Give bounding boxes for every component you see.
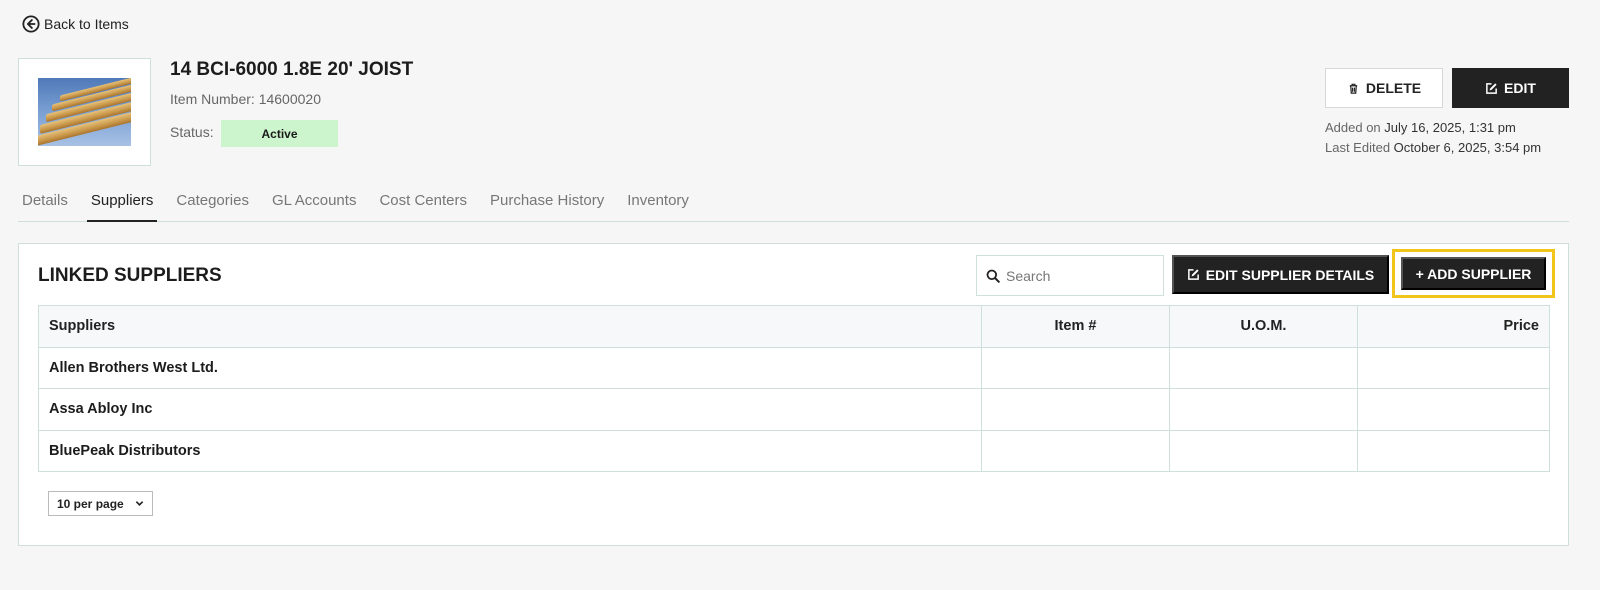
item-number-cell: [981, 429, 1170, 472]
tab-suppliers[interactable]: Suppliers: [86, 190, 158, 222]
per-page-select[interactable]: 10 per page: [48, 491, 153, 516]
tab-inventory[interactable]: Inventory: [623, 190, 693, 222]
last-edited-value: October 6, 2025, 3:54 pm: [1393, 140, 1542, 155]
column-header-suppliers[interactable]: Suppliers: [38, 305, 982, 348]
search-icon: [986, 269, 1000, 283]
uom-cell: [1169, 346, 1358, 389]
table-row[interactable]: Assa Abloy Inc: [38, 388, 1550, 431]
tab-categories[interactable]: Categories: [172, 190, 253, 222]
column-header-uom[interactable]: U.O.M.: [1169, 305, 1358, 348]
price-cell: [1357, 429, 1550, 472]
supplier-name-cell: Allen Brothers West Ltd.: [38, 346, 982, 389]
added-on-prefix: Added on: [1325, 120, 1381, 135]
search-input[interactable]: [1006, 267, 1156, 284]
edit-label: EDIT: [1504, 80, 1536, 96]
tab-cost-centers[interactable]: Cost Centers: [375, 190, 471, 222]
item-number-cell: [981, 388, 1170, 431]
item-tabs: Details Suppliers Categories GL Accounts…: [18, 190, 1569, 222]
status-badge: Active: [221, 120, 338, 147]
edit-supplier-details-button[interactable]: EDIT SUPPLIER DETAILS: [1172, 255, 1389, 294]
tab-gl-accounts[interactable]: GL Accounts: [268, 190, 361, 222]
supplier-name-cell: BluePeak Distributors: [38, 429, 982, 472]
supplier-name-cell: Assa Abloy Inc: [38, 388, 982, 431]
chevron-down-icon: [135, 501, 144, 506]
edit-supplier-details-label: EDIT SUPPLIER DETAILS: [1205, 266, 1375, 283]
edit-icon: [1486, 82, 1497, 94]
delete-label: DELETE: [1365, 80, 1422, 96]
tab-purchase-history[interactable]: Purchase History: [486, 190, 608, 222]
supplier-search[interactable]: [976, 255, 1164, 296]
item-title: 14 BCI-6000 1.8E 20' JOIST: [170, 59, 414, 80]
per-page-value: 10 per page: [57, 496, 124, 511]
add-supplier-highlight: + ADD SUPPLIER: [1392, 249, 1555, 298]
uom-cell: [1169, 388, 1358, 431]
table-row[interactable]: Allen Brothers West Ltd.: [38, 346, 1550, 389]
delete-button[interactable]: DELETE: [1325, 68, 1443, 108]
item-number-cell: [981, 346, 1170, 389]
status-label: Status:: [170, 124, 214, 140]
added-on-meta: Added on July 16, 2025, 1:31 pm: [1325, 120, 1516, 135]
linked-suppliers-title: LINKED SUPPLIERS: [38, 265, 222, 286]
last-edited-meta: Last Edited October 6, 2025, 3:54 pm: [1325, 140, 1541, 155]
column-header-item-number[interactable]: Item #: [981, 305, 1170, 348]
linked-suppliers-panel: LINKED SUPPLIERS EDIT SUPPLIER DETAILS +…: [18, 243, 1569, 546]
edit-button[interactable]: EDIT: [1452, 68, 1569, 108]
item-thumbnail: [18, 58, 151, 166]
edit-icon: [1187, 269, 1199, 280]
back-to-items-label: Back to Items: [44, 16, 129, 32]
uom-cell: [1169, 429, 1358, 472]
add-supplier-button[interactable]: + ADD SUPPLIER: [1401, 257, 1546, 290]
price-cell: [1357, 346, 1550, 389]
added-on-value: July 16, 2025, 1:31 pm: [1384, 120, 1516, 135]
item-number: Item Number: 14600020: [170, 91, 321, 107]
column-header-price[interactable]: Price: [1357, 305, 1550, 348]
table-row[interactable]: BluePeak Distributors: [38, 429, 1550, 472]
table-header-row: Suppliers Item # U.O.M. Price: [38, 305, 1550, 348]
last-edited-prefix: Last Edited: [1325, 140, 1391, 155]
tab-details[interactable]: Details: [18, 190, 72, 222]
back-to-items-link[interactable]: Back to Items: [22, 15, 129, 33]
suppliers-table: Suppliers Item # U.O.M. Price Allen Brot…: [38, 305, 1550, 472]
price-cell: [1357, 388, 1550, 431]
joist-image: [38, 78, 131, 146]
arrow-left-circle-icon: [22, 15, 40, 33]
trash-icon: [1349, 83, 1358, 94]
